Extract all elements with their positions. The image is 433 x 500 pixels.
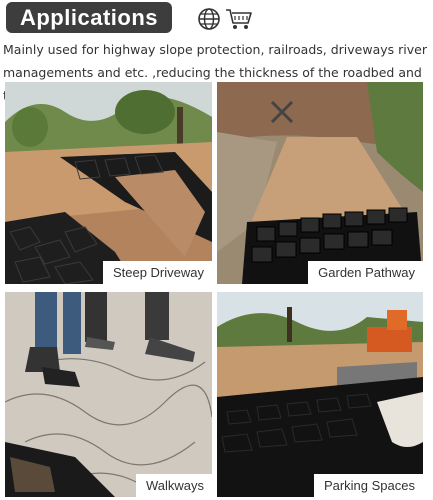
panel-label: Walkways xyxy=(135,474,212,497)
globe-icon xyxy=(198,8,220,30)
walkways-photo xyxy=(5,292,212,497)
panel-walkways: Walkways xyxy=(5,292,212,497)
steep-driveway-photo xyxy=(5,82,212,284)
panel-label: Parking Spaces xyxy=(313,474,423,497)
header-icons xyxy=(197,7,253,31)
panel-parking-spaces: Parking Spaces xyxy=(217,292,423,497)
panel-label: Steep Driveway xyxy=(102,261,212,284)
panel-garden-pathway: Garden Pathway xyxy=(217,82,423,284)
panel-label: Garden Pathway xyxy=(308,261,423,284)
parking-spaces-photo xyxy=(217,292,423,497)
shopping-cart-icon xyxy=(226,9,252,29)
panel-steep-driveway: Steep Driveway xyxy=(5,82,212,284)
applications-header: Applications xyxy=(6,2,172,33)
garden-pathway-photo xyxy=(217,82,423,284)
header-title: Applications xyxy=(19,4,158,30)
